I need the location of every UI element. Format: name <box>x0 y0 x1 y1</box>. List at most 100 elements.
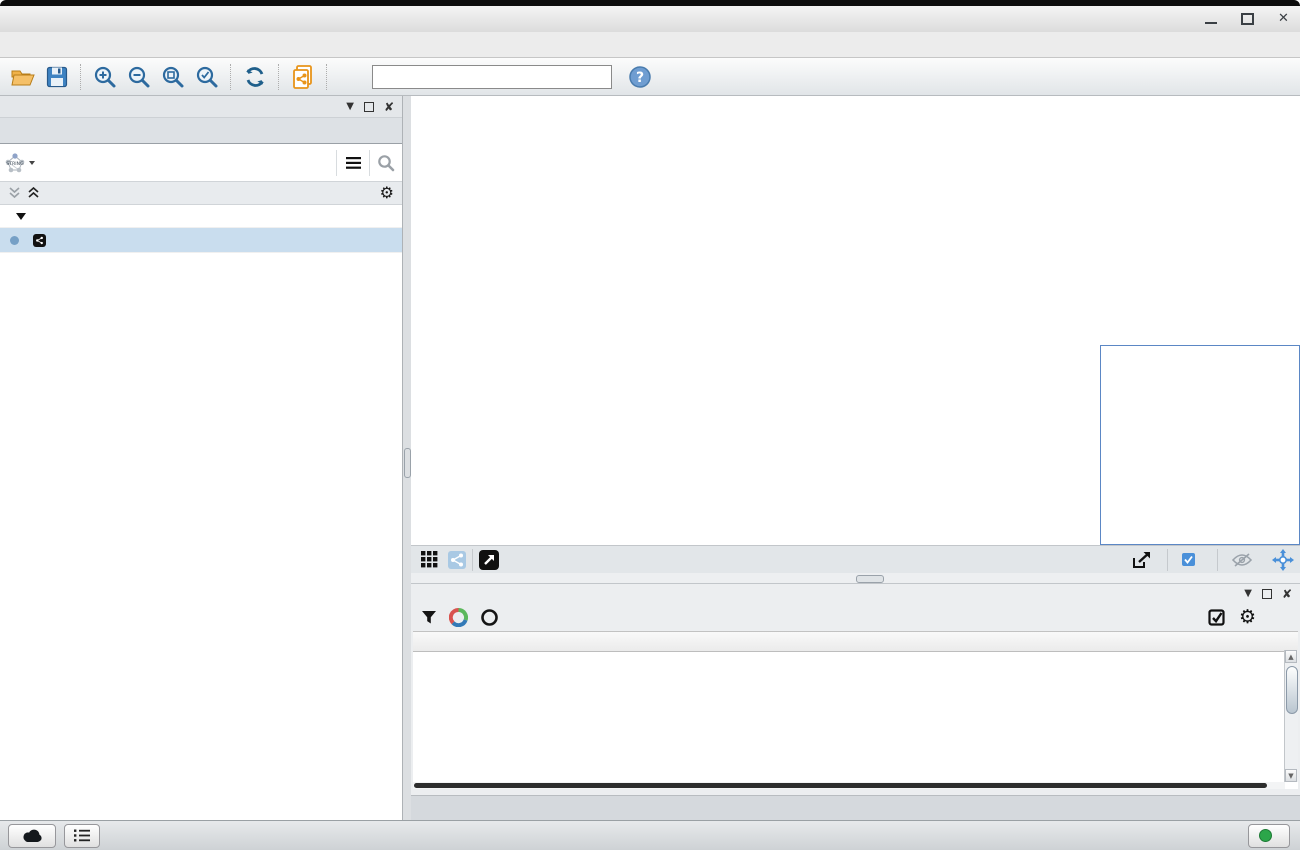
float-panel-icon[interactable]: ▼ <box>346 101 354 112</box>
app-window: ✕ <box>0 0 1300 850</box>
maximize-button[interactable] <box>1241 13 1254 25</box>
import-network-icon <box>290 64 316 90</box>
string-logo-icon: STRING <box>3 151 27 175</box>
maximize-panel-icon[interactable] <box>1262 589 1272 599</box>
chevron-down-icon <box>28 160 36 166</box>
open-folder-icon <box>10 66 36 88</box>
divider <box>472 549 473 571</box>
network-canvas[interactable] <box>411 96 1300 545</box>
open-session-button[interactable] <box>6 62 40 92</box>
help-button[interactable]: ? <box>628 65 652 89</box>
help-icon: ? <box>628 65 652 89</box>
grid-view-button[interactable] <box>421 551 438 568</box>
string-protein-query-selector[interactable]: STRING <box>0 151 38 175</box>
network-options-gear-icon[interactable]: ⚙ <box>380 186 394 200</box>
cloud-icon <box>21 829 43 843</box>
network-row[interactable] <box>0 228 402 253</box>
refresh-network-button[interactable] <box>238 62 272 92</box>
network-collection-row[interactable] <box>0 205 402 228</box>
birdseye-view[interactable] <box>1100 345 1300 545</box>
toolbar-separator <box>230 64 232 90</box>
float-panel-icon[interactable]: ▼ <box>1244 588 1252 599</box>
close-panel-icon[interactable]: ✘ <box>1282 587 1292 601</box>
panel-splitter[interactable] <box>403 96 411 820</box>
zoom-out-button[interactable] <box>122 62 156 92</box>
string-options-button[interactable] <box>337 148 369 178</box>
title-bar[interactable]: ✕ <box>0 6 1300 33</box>
tree-expand-icon[interactable] <box>16 212 26 221</box>
memory-button[interactable] <box>1248 824 1290 848</box>
maximize-panel-icon[interactable] <box>364 102 374 112</box>
external-view-icon <box>479 550 499 570</box>
control-panel: ▼ ✘ STRING <box>0 96 403 820</box>
refresh-icon <box>243 65 267 89</box>
zoom-fit-icon <box>161 65 185 89</box>
minimize-button[interactable] <box>1205 14 1217 24</box>
collapse-all-icon[interactable] <box>8 187 21 199</box>
export-network-button[interactable] <box>1131 550 1153 570</box>
checkbox-checked-icon <box>1208 609 1225 626</box>
save-session-button[interactable] <box>40 62 74 92</box>
filter-funnel-icon <box>421 610 437 625</box>
scrollbar-thumb[interactable] <box>414 783 1267 788</box>
svg-text:STRING: STRING <box>6 161 24 167</box>
table-panel-header: ▼ ✘ <box>411 584 1300 603</box>
donut-chart-icon <box>449 608 468 627</box>
cloud-tasks-button[interactable] <box>8 824 56 848</box>
select-rows-button[interactable] <box>1208 609 1225 626</box>
table-panel-tabs <box>411 795 1300 820</box>
share-icon <box>448 551 466 569</box>
zoom-out-icon <box>127 65 151 89</box>
network-selection-bar: ⚙ <box>0 182 402 205</box>
birdseye-toggle-button[interactable] <box>1272 549 1294 571</box>
zoom-selected-button[interactable] <box>190 62 224 92</box>
toolbar-separator <box>80 64 82 90</box>
close-button[interactable]: ✕ <box>1278 13 1290 25</box>
scroll-down-icon[interactable]: ▼ <box>1285 769 1297 782</box>
filter-button[interactable] <box>421 610 437 625</box>
status-bar <box>0 820 1300 850</box>
selected-checkbox-icon <box>1182 553 1195 566</box>
share-view-button[interactable] <box>448 551 466 569</box>
list-icon <box>74 829 90 842</box>
network-type-icon <box>33 234 46 247</box>
splitter-grip[interactable] <box>404 448 411 478</box>
zoom-in-icon <box>93 65 117 89</box>
horizontal-scrollbar[interactable] <box>413 782 1285 789</box>
string-search-button[interactable] <box>370 148 402 178</box>
memory-status-dot <box>1259 829 1272 842</box>
table-body <box>413 650 1285 782</box>
task-list-button[interactable] <box>64 824 100 848</box>
chart-button[interactable] <box>449 608 468 627</box>
hamburger-menu-icon <box>346 157 361 169</box>
open-in-new-window-button[interactable] <box>479 550 499 570</box>
enrichment-toolbar: ⚙ <box>411 603 1300 631</box>
close-panel-icon[interactable]: ✘ <box>384 100 394 114</box>
splitter-grip[interactable] <box>856 575 884 583</box>
table-panel: ▼ ✘ <box>411 583 1300 820</box>
main-toolbar: ? <box>0 58 1300 96</box>
save-icon <box>46 66 68 88</box>
search-input[interactable] <box>372 65 612 89</box>
expand-all-icon[interactable] <box>27 187 40 199</box>
svg-text:?: ? <box>636 70 644 86</box>
menu-bar <box>0 32 1300 58</box>
zoom-in-button[interactable] <box>88 62 122 92</box>
scroll-up-icon[interactable]: ▲ <box>1285 650 1297 663</box>
ring-chart-button[interactable] <box>480 608 499 627</box>
import-network-button[interactable] <box>286 62 320 92</box>
search-icon <box>377 154 395 172</box>
table-settings-gear-icon[interactable]: ⚙ <box>1239 609 1256 626</box>
scrollbar-thumb[interactable] <box>1286 666 1298 714</box>
circle-icon <box>480 608 499 627</box>
zoom-fit-button[interactable] <box>156 62 190 92</box>
network-status-dot <box>10 236 19 245</box>
zoom-selected-icon <box>195 65 219 89</box>
grid-icon <box>421 551 438 568</box>
hidden-eye-icon <box>1232 553 1252 567</box>
string-query-input[interactable] <box>38 154 316 171</box>
pan-navigation-icon <box>1272 549 1294 571</box>
vertical-scrollbar[interactable]: ▲ ▼ <box>1284 650 1298 782</box>
divider <box>1217 549 1218 571</box>
divider <box>1167 549 1168 571</box>
